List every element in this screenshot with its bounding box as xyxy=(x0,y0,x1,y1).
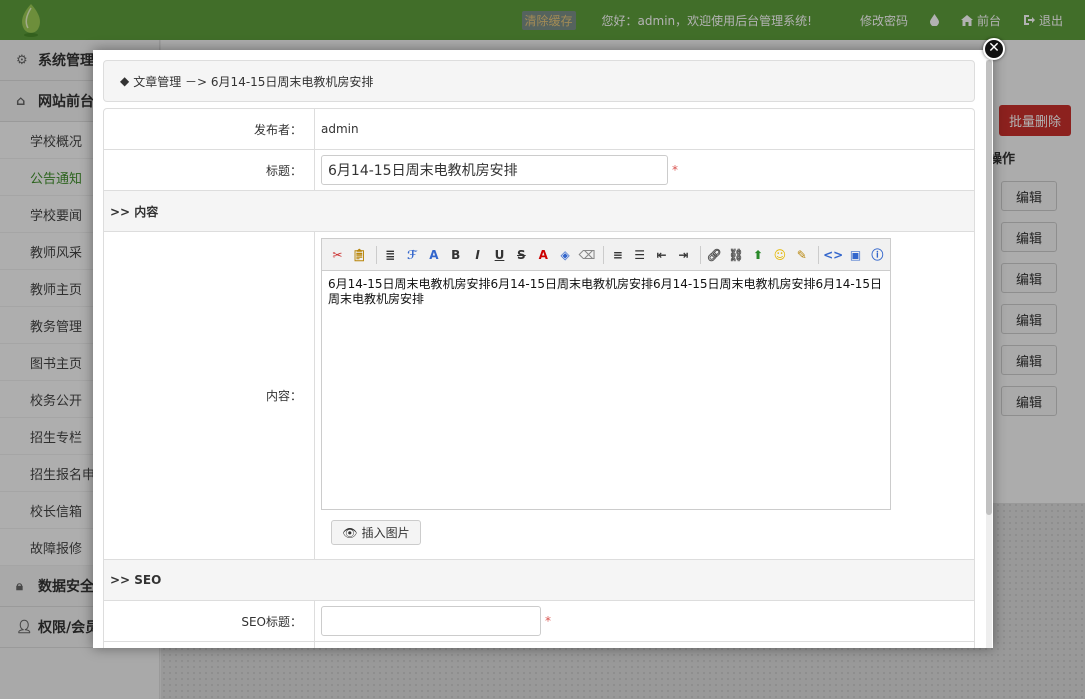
insert-image-label: 插入图片 xyxy=(361,526,410,540)
underline-icon[interactable]: U xyxy=(490,245,509,265)
seo-title-label: SEO标题： xyxy=(104,601,315,641)
publisher-label: 发布者： xyxy=(104,109,315,149)
next-row-label xyxy=(104,642,315,648)
paste-icon[interactable]: 📋︎ xyxy=(350,245,369,265)
image-upload-icon[interactable]: ⬆ xyxy=(749,245,768,265)
font-format-icon[interactable]: ≣ xyxy=(381,245,400,265)
content-section-header: >> 内容 xyxy=(104,191,974,232)
required-mark: * xyxy=(545,614,551,628)
edit-article-modal: ◆ 文章管理 －> 6月14-15日周末电教机房安排 发布者： admin 标题… xyxy=(93,50,993,648)
text-color-icon[interactable]: A xyxy=(534,245,553,265)
fullscreen-icon[interactable]: ▣ xyxy=(846,245,865,265)
modal-content: ◆ 文章管理 －> 6月14-15日周末电教机房安排 发布者： admin 标题… xyxy=(103,60,975,648)
font-family-icon[interactable]: ℱ xyxy=(403,245,422,265)
modal-scrollbar[interactable] xyxy=(986,60,992,648)
unlink-icon[interactable]: ⛓ xyxy=(727,245,746,265)
seo-section-header: >> SEO xyxy=(104,560,974,601)
form-row-seo-title: SEO标题： * xyxy=(104,601,974,642)
form-row-next xyxy=(104,642,974,648)
edit-note-icon[interactable]: ✎ xyxy=(792,245,811,265)
form-row-title: 标题： 6月14-15日周末电教机房安排 * xyxy=(104,150,974,191)
insert-image-button[interactable]: 👁︎ 插入图片 xyxy=(331,520,421,545)
diamond-icon: ◆ xyxy=(120,74,130,88)
italic-icon[interactable]: I xyxy=(468,245,487,265)
eraser-icon[interactable]: ⌫ xyxy=(578,245,597,265)
required-mark: * xyxy=(672,163,678,177)
cut-icon[interactable]: ✂ xyxy=(328,245,347,265)
close-modal-button[interactable]: ✕ xyxy=(983,38,1005,60)
info-icon[interactable]: ⓘ xyxy=(868,245,887,265)
rich-text-editor: ✂ 📋︎ ≣ ℱ A B I U S A ◈ ⌫ ≡ ☰ ⇤ ⇥ 🔗︎ ⛓ ⬆ … xyxy=(321,238,891,510)
eye-icon: 👁︎ xyxy=(342,525,358,540)
align-icon[interactable]: ≡ xyxy=(608,245,627,265)
source-code-icon[interactable]: <> xyxy=(823,245,843,265)
list-icon[interactable]: ☰ xyxy=(630,245,649,265)
editor-body[interactable]: 6月14-15日周末电教机房安排6月14-15日周末电教机房安排6月14-15日… xyxy=(322,271,890,509)
indent-icon[interactable]: ⇥ xyxy=(674,245,693,265)
scrollbar-thumb[interactable] xyxy=(986,60,992,515)
article-form: 发布者： admin 标题： 6月14-15日周末电教机房安排 * >> 内容 … xyxy=(103,108,975,648)
breadcrumb: ◆ 文章管理 －> 6月14-15日周末电教机房安排 xyxy=(103,60,975,102)
bold-icon[interactable]: B xyxy=(446,245,465,265)
form-row-content: 内容： ✂ 📋︎ ≣ ℱ A B I U S A ◈ ⌫ ≡ ☰ ⇤ ⇥ 🔗︎ … xyxy=(104,232,974,560)
title-label: 标题： xyxy=(104,150,315,190)
font-size-icon[interactable]: A xyxy=(424,245,443,265)
seo-title-input[interactable] xyxy=(321,606,541,636)
publisher-value: admin xyxy=(321,122,359,136)
title-input[interactable]: 6月14-15日周末电教机房安排 xyxy=(321,155,668,185)
strikethrough-icon[interactable]: S xyxy=(512,245,531,265)
form-row-publisher: 发布者： admin xyxy=(104,109,974,150)
highlight-color-icon[interactable]: ◈ xyxy=(556,245,575,265)
editor-toolbar: ✂ 📋︎ ≣ ℱ A B I U S A ◈ ⌫ ≡ ☰ ⇤ ⇥ 🔗︎ ⛓ ⬆ … xyxy=(322,239,890,271)
content-label: 内容： xyxy=(104,232,315,559)
outdent-icon[interactable]: ⇤ xyxy=(652,245,671,265)
breadcrumb-text: 文章管理 －> 6月14-15日周末电教机房安排 xyxy=(133,74,374,89)
link-icon[interactable]: 🔗︎ xyxy=(705,245,724,265)
emoji-icon[interactable]: ☺ xyxy=(770,245,789,265)
